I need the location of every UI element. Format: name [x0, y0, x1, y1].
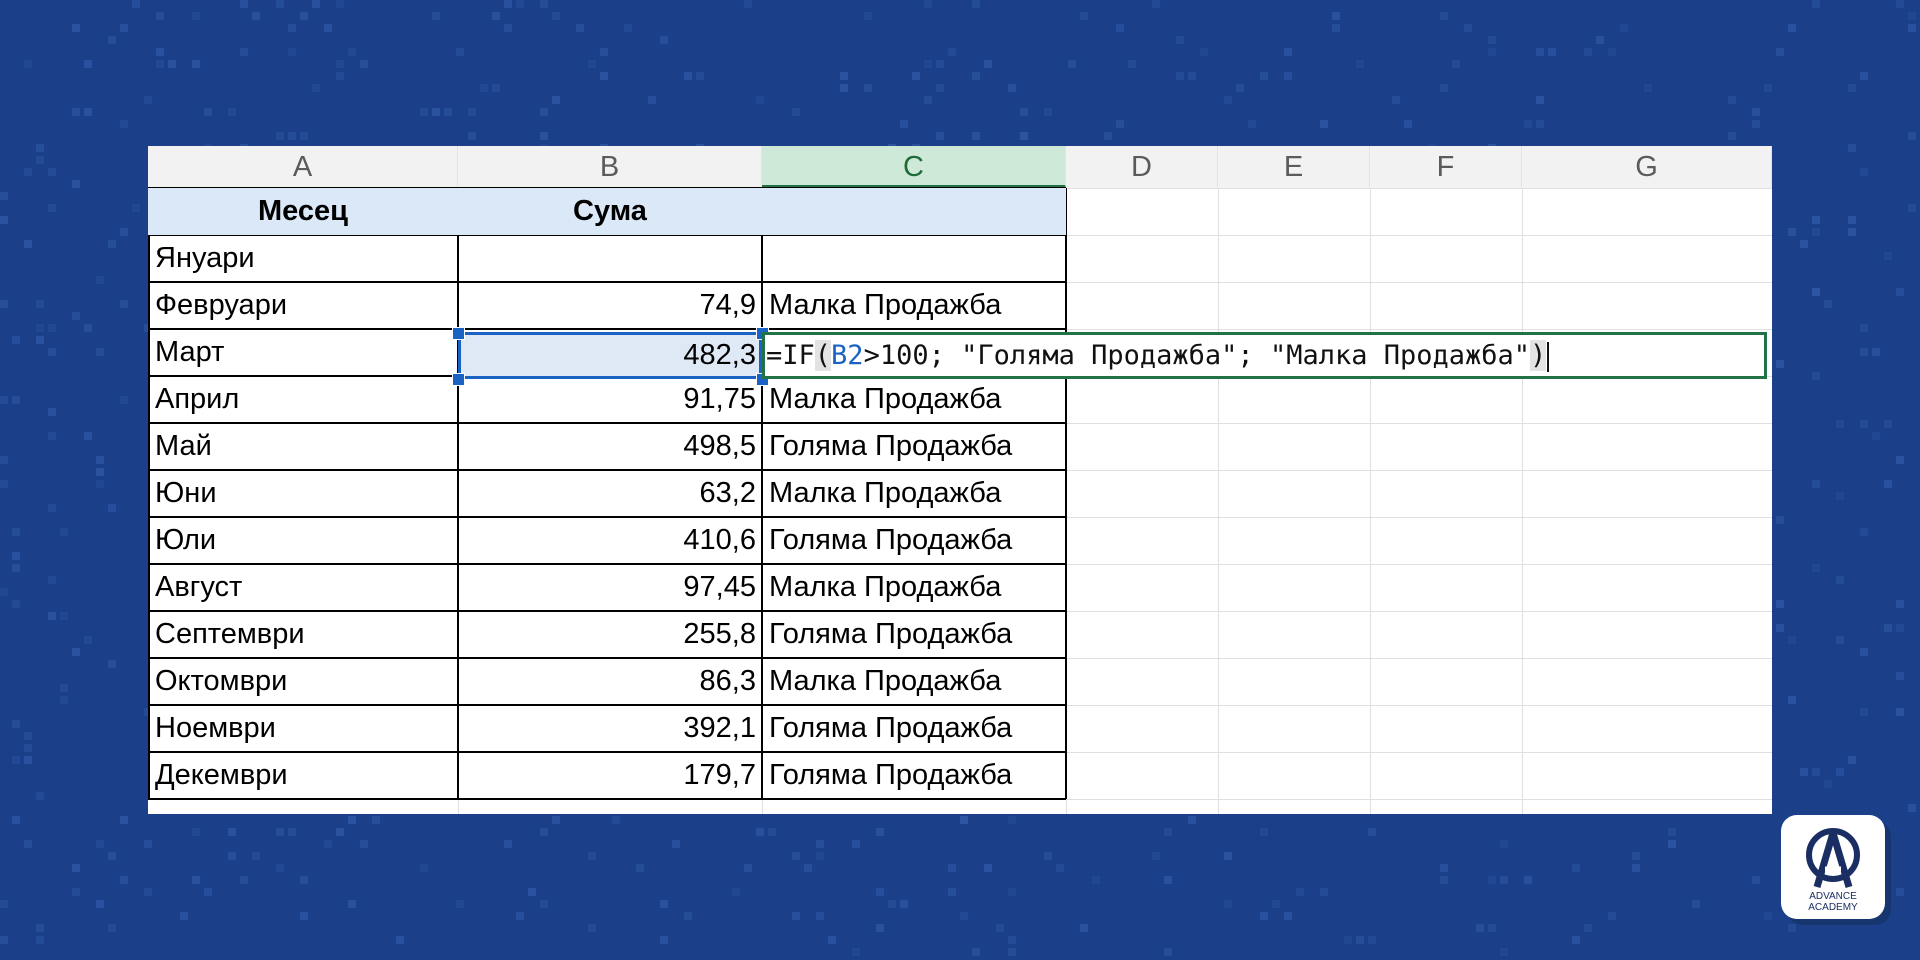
formula-editor[interactable]: =IF(B2>100; "Голяма Продажба"; "Малка Пр…	[762, 332, 1767, 379]
cell-amount[interactable]: 410,6	[458, 517, 762, 564]
cell-month[interactable]: Ноември	[148, 705, 458, 752]
cell-amount[interactable]: 97,45	[458, 564, 762, 611]
cell-result[interactable]: Голяма Продажба	[762, 611, 1066, 658]
cell-result[interactable]: Голяма Продажба	[762, 517, 1066, 564]
text-cursor	[1547, 341, 1550, 372]
cell-result[interactable]: Голяма Продажба	[762, 423, 1066, 470]
cell-amount[interactable]: 74,9	[458, 282, 762, 329]
cell-amount[interactable]: 498,5	[458, 423, 762, 470]
logo-text-line1: ADVANCE	[1809, 891, 1857, 902]
header-cell-amount[interactable]: Сума	[458, 188, 762, 235]
column-header-d[interactable]: D	[1066, 146, 1218, 188]
formula-close-paren: )	[1530, 340, 1547, 371]
cell-amount[interactable]: 91,75	[458, 376, 762, 423]
formula-cell-reference: B2	[831, 340, 864, 371]
cell-month[interactable]: Февруари	[148, 282, 458, 329]
spreadsheet: A B C D E F G Месец Сума Януари Февруари 7…	[148, 146, 1772, 814]
cell-month[interactable]: Септември	[148, 611, 458, 658]
cell-amount[interactable]: 392,1	[458, 705, 762, 752]
cell-month[interactable]: Август	[148, 564, 458, 611]
logo-mark-icon	[1806, 828, 1860, 888]
cell-result[interactable]: Малка Продажба	[762, 282, 1066, 329]
cell-month[interactable]: Април	[148, 376, 458, 423]
column-header-f[interactable]: F	[1370, 146, 1522, 188]
cell-result[interactable]: Малка Продажба	[762, 658, 1066, 705]
cell-month[interactable]: Декември	[148, 752, 458, 799]
logo-text-line2: ACADEMY	[1808, 902, 1858, 913]
formula-arguments: >100; "Голяма Продажба"; "Малка Продажба…	[863, 340, 1531, 371]
cell-result[interactable]: Малка Продажба	[762, 376, 1066, 423]
cell-amount[interactable]: 86,3	[458, 658, 762, 705]
cell-result[interactable]: Голяма Продажба	[762, 752, 1066, 799]
header-cell-result[interactable]	[762, 188, 1066, 235]
column-header-c[interactable]: C	[762, 146, 1066, 188]
cell-result[interactable]: Малка Продажба	[762, 564, 1066, 611]
cell-result[interactable]: Голяма Продажба	[762, 705, 1066, 752]
column-header-row: A B C D E F G	[148, 146, 1772, 188]
cell-amount[interactable]: 179,7	[458, 752, 762, 799]
cell-month[interactable]: Юли	[148, 517, 458, 564]
column-header-e[interactable]: E	[1218, 146, 1370, 188]
cell-month[interactable]: Октомври	[148, 658, 458, 705]
cell-month[interactable]: Януари	[148, 235, 458, 282]
formula-open-paren: (	[814, 340, 832, 371]
cell-amount[interactable]: 63,2	[458, 470, 762, 517]
formula-function: =IF	[766, 340, 815, 371]
cell-month[interactable]: Юни	[148, 470, 458, 517]
advance-academy-logo: ADVANCE ACADEMY	[1781, 815, 1885, 919]
cell-month[interactable]: Май	[148, 423, 458, 470]
cell-amount[interactable]: 255,8	[458, 611, 762, 658]
column-header-g[interactable]: G	[1522, 146, 1772, 188]
cell-b2-value[interactable]: 482,3	[458, 332, 762, 379]
cell-result[interactable]: Малка Продажба	[762, 470, 1066, 517]
cell-month[interactable]: Март	[148, 329, 458, 376]
column-header-a[interactable]: A	[148, 146, 458, 188]
column-header-b[interactable]: B	[458, 146, 762, 188]
header-cell-month[interactable]: Месец	[148, 188, 458, 235]
